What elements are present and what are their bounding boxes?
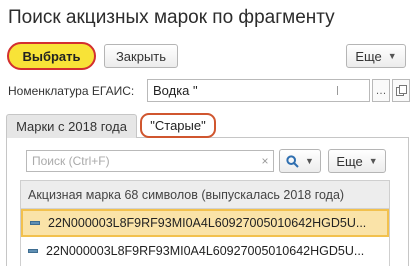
more-menu-button[interactable]: Еще ▼ [346,44,406,68]
list-more-menu-label: Еще [336,153,363,169]
nomenclature-label: Номенклатура ЕГАИС: [8,84,135,98]
column-header-excise-mark[interactable]: Акцизная марка 68 символов (выпускалась … [21,181,389,209]
chevron-down-icon: ▼ [305,156,314,166]
list-more-menu-button[interactable]: Еще ▼ [328,149,386,173]
tab-old-marks[interactable]: "Старые" [140,113,216,138]
choose-button[interactable]: Выбрать [7,42,96,70]
window-title: Поиск акцизных марок по фрагменту [8,7,335,28]
clear-search-icon[interactable]: × [257,150,273,172]
tab-marks-2018[interactable]: Марки с 2018 года [6,114,137,138]
row-item-icon [30,221,40,225]
nomenclature-field-marker [337,86,338,95]
more-menu-label: Еще [355,48,382,64]
search-input[interactable]: Поиск (Ctrl+F) [26,150,274,172]
chevron-down-icon: ▼ [387,51,397,61]
table-row[interactable]: 22N000003L8F9RF93MI0A4L60927005010642HGD… [21,209,389,237]
excise-mark-value: 22N000003L8F9RF93MI0A4L60927005010642HGD… [46,244,365,258]
marks-table: Акцизная марка 68 символов (выпускалась … [20,180,390,266]
row-item-icon [28,249,38,253]
open-icon[interactable] [392,79,410,102]
select-from-list-button[interactable]: … [372,79,390,102]
search-button[interactable]: ▼ [279,149,321,173]
search-icon [286,154,299,168]
table-row[interactable]: 22N000003L8F9RF93MI0A4L60927005010642HGD… [21,237,389,265]
excise-mark-value: 22N000003L8F9RF93MI0A4L60927005010642HGD… [48,216,367,230]
close-button[interactable]: Закрыть [104,44,178,68]
chevron-down-icon: ▼ [368,156,378,166]
